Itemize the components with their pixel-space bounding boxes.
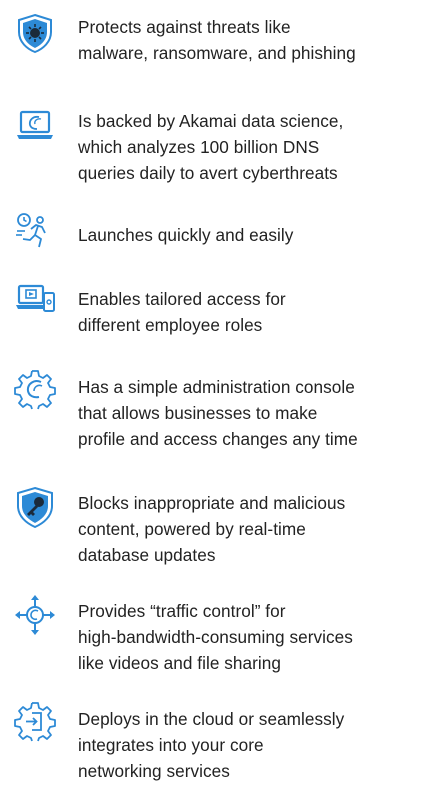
laptop-akamai-icon [14, 106, 56, 148]
traffic-arrows-icon [14, 594, 56, 636]
benefit-text: Launches quickly and easily [78, 225, 294, 245]
benefit-text: Is backed by Akamai data science, which … [78, 111, 344, 183]
shield-virus-icon [14, 12, 56, 54]
gear-deploy-icon [14, 700, 56, 742]
benefit-text: Has a simple administration console that… [78, 377, 358, 449]
benefit-text: Protects against threats like malware, r… [78, 17, 356, 63]
gear-console-icon [14, 368, 56, 410]
devices-access-icon [14, 280, 56, 322]
running-clock-icon [14, 211, 56, 253]
shield-key-icon [14, 486, 56, 528]
benefit-text: Blocks inappropriate and malicious conte… [78, 493, 346, 565]
benefit-text: Enables tailored access for different em… [78, 289, 286, 335]
benefit-text: Provides “traffic control” for high-band… [78, 601, 353, 673]
benefit-text: Deploys in the cloud or seamlessly integ… [78, 709, 345, 781]
